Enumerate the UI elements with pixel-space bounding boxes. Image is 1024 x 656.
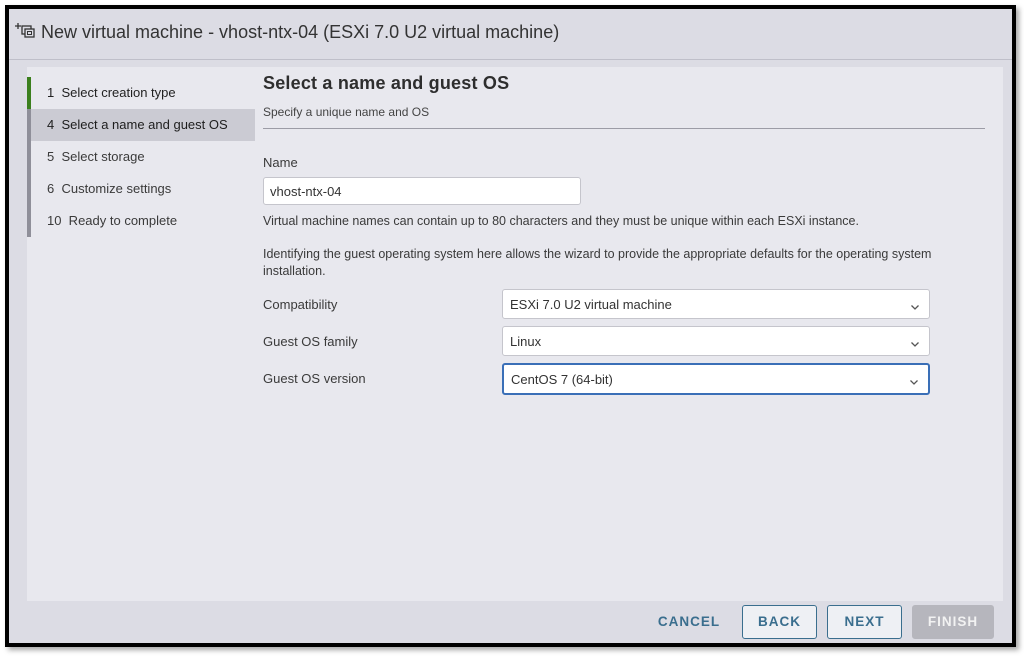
title-bar: New virtual machine - vhost-ntx-04 (ESXi… bbox=[9, 9, 1012, 60]
divider bbox=[263, 128, 985, 129]
step-select-storage[interactable]: 5 Select storage bbox=[27, 141, 255, 173]
wizard-content: Select a name and guest OS Specify a uni… bbox=[255, 67, 1003, 601]
step-label: 10 Ready to complete bbox=[47, 213, 178, 228]
vm-name-input[interactable] bbox=[263, 177, 581, 205]
step-label: 1 Select creation type bbox=[47, 85, 176, 100]
compatibility-value: ESXi 7.0 U2 virtual machine bbox=[510, 297, 672, 312]
name-hint: Virtual machine names can contain up to … bbox=[263, 214, 859, 228]
chevron-down-icon bbox=[910, 336, 920, 347]
guest-os-version-label: Guest OS version bbox=[263, 371, 366, 386]
step-label: 5 Select storage bbox=[47, 149, 145, 164]
wizard-steps-nav: 1 Select creation type 4 Select a name a… bbox=[27, 67, 255, 601]
compatibility-label: Compatibility bbox=[263, 297, 338, 312]
new-vm-icon bbox=[15, 21, 37, 41]
guest-os-family-value: Linux bbox=[510, 334, 542, 349]
back-button[interactable]: BACK bbox=[742, 605, 817, 639]
guest-os-family-label: Guest OS family bbox=[263, 334, 358, 349]
step-label: 4 Select a name and guest OS bbox=[47, 117, 228, 132]
chevron-down-icon bbox=[909, 374, 919, 385]
page-subtitle: Specify a unique name and OS bbox=[263, 105, 430, 119]
wizard-footer: CANCEL BACK NEXT FINISH bbox=[9, 601, 1012, 643]
step-label: 6 Customize settings bbox=[47, 181, 172, 196]
step-ready-to-complete[interactable]: 10 Ready to complete bbox=[27, 205, 255, 237]
guest-os-hint: Identifying the guest operating system h… bbox=[263, 247, 932, 278]
wizard-window: New virtual machine - vhost-ntx-04 (ESXi… bbox=[5, 5, 1016, 647]
guest-os-version-select[interactable]: CentOS 7 (64-bit) bbox=[502, 363, 930, 395]
step-select-name-guest-os[interactable]: 4 Select a name and guest OS bbox=[27, 109, 255, 141]
cancel-button[interactable]: CANCEL bbox=[647, 605, 731, 639]
next-button[interactable]: NEXT bbox=[827, 605, 902, 639]
window-title: New virtual machine - vhost-ntx-04 (ESXi… bbox=[41, 22, 560, 42]
name-label: Name bbox=[263, 155, 298, 170]
step-customize-settings[interactable]: 6 Customize settings bbox=[27, 173, 255, 205]
guest-os-family-select[interactable]: Linux bbox=[502, 326, 930, 356]
guest-os-version-value: CentOS 7 (64-bit) bbox=[511, 372, 613, 387]
step-select-creation-type[interactable]: 1 Select creation type bbox=[27, 77, 255, 109]
page-title: Select a name and guest OS bbox=[263, 73, 510, 93]
chevron-down-icon bbox=[910, 299, 920, 310]
compatibility-select[interactable]: ESXi 7.0 U2 virtual machine bbox=[502, 289, 930, 319]
finish-button[interactable]: FINISH bbox=[912, 605, 994, 639]
